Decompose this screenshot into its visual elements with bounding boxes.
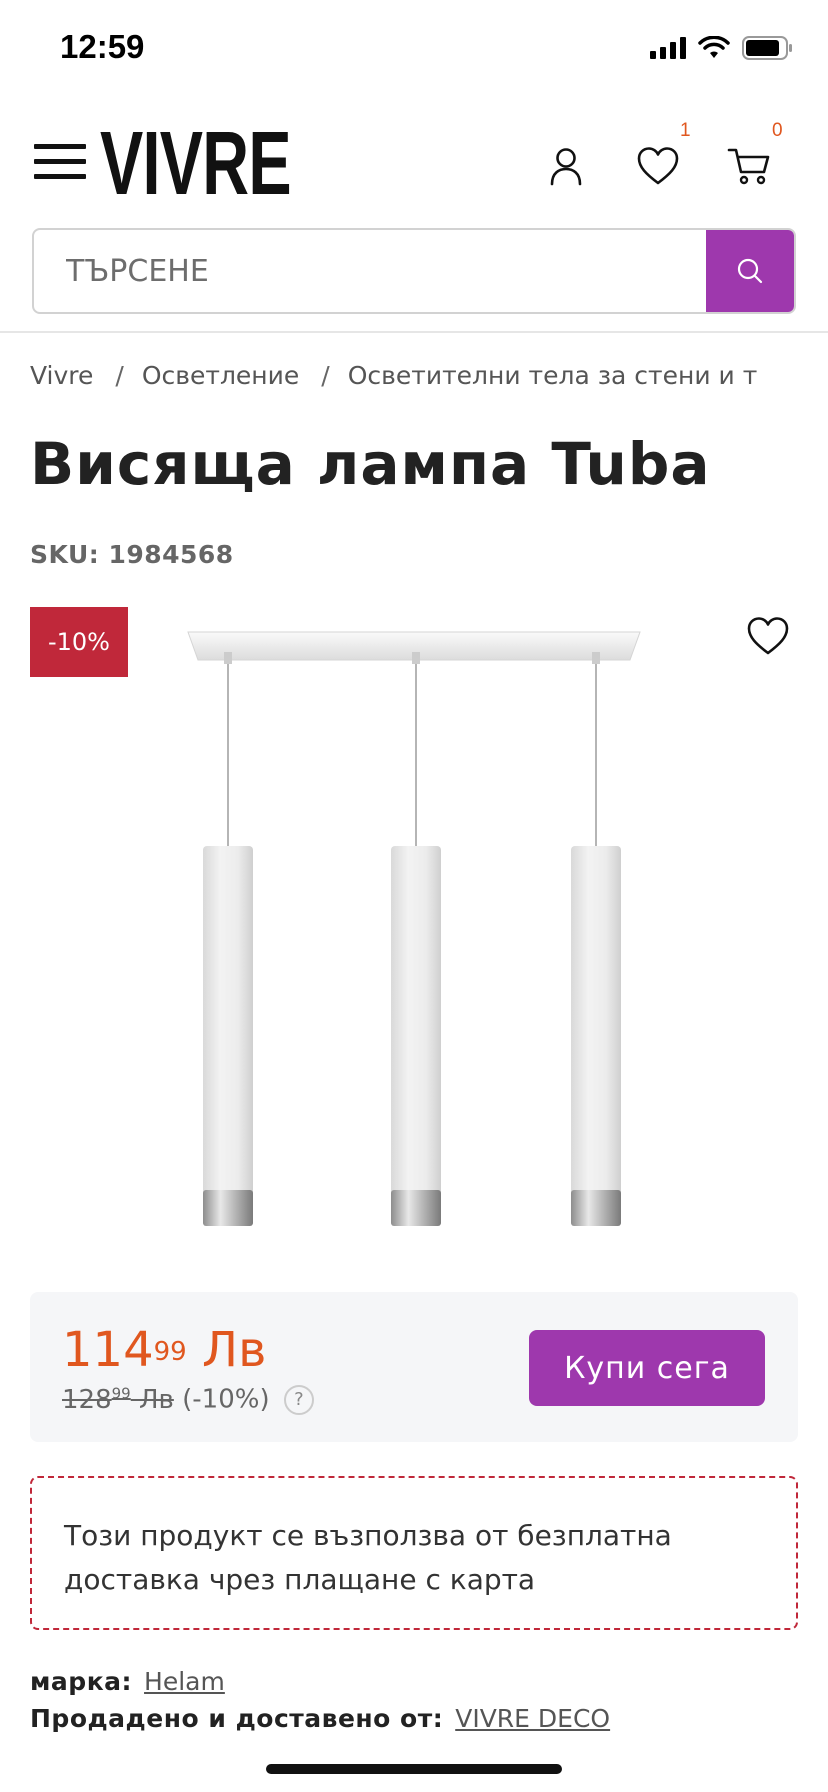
add-to-wishlist-heart-icon[interactable]	[744, 612, 792, 660]
search-icon	[737, 258, 763, 284]
old-price-dec: 99	[111, 1384, 131, 1402]
breadcrumb-separator: /	[321, 361, 330, 390]
wifi-icon	[698, 36, 730, 58]
cart-icon[interactable]	[726, 142, 774, 190]
account-icon[interactable]	[542, 142, 590, 190]
home-indicator	[266, 1764, 562, 1774]
site-logo[interactable]: VIVRE	[100, 118, 292, 210]
free-delivery-note: Този продукт се възползва от безплатна д…	[30, 1476, 798, 1630]
old-price-line: 12899 Лв (-10%) ?	[62, 1384, 314, 1416]
breadcrumb-item-wall-lights[interactable]: Осветителни тела за стени и т	[348, 361, 758, 390]
current-price-currency: Лв	[201, 1322, 267, 1378]
breadcrumb: Vivre / Осветление / Осветителни тела за сте…	[30, 361, 828, 401]
cellular-signal-icon	[650, 37, 686, 59]
brand-line: марка: Helam	[30, 1667, 225, 1696]
current-price: 11499 Лв	[62, 1322, 266, 1378]
breadcrumb-separator: /	[115, 361, 124, 390]
seller-label: Продадено и доставено от:	[30, 1704, 444, 1733]
header-divider	[0, 331, 828, 333]
discount-badge: -10%	[30, 607, 128, 677]
status-bar: 12:59	[0, 0, 828, 100]
search-bar	[32, 228, 796, 314]
seller-link[interactable]: VIVRE DECO	[455, 1704, 610, 1733]
wishlist-count-badge: 1	[680, 120, 691, 141]
old-price: 12899 Лв	[62, 1384, 174, 1415]
buy-now-button[interactable]: Купи сега	[529, 1330, 765, 1406]
current-price-dec: 99	[153, 1337, 187, 1367]
status-icons	[650, 36, 794, 60]
breadcrumb-item-home[interactable]: Vivre	[30, 361, 93, 390]
status-time: 12:59	[60, 28, 145, 65]
discount-percent: (-10%)	[182, 1384, 270, 1415]
brand-label: марка:	[30, 1667, 133, 1696]
product-image[interactable]	[180, 620, 660, 1240]
cart-count-badge: 0	[772, 120, 783, 141]
product-title: Висяща лампа Tuba	[30, 430, 711, 498]
search-input[interactable]	[34, 230, 708, 312]
old-price-currency: Лв	[139, 1384, 174, 1415]
breadcrumb-item-lighting[interactable]: Осветление	[142, 361, 299, 390]
search-button[interactable]	[706, 230, 794, 312]
site-header: VIVRE 1 0	[0, 100, 828, 225]
menu-icon[interactable]	[34, 144, 86, 184]
price-box: 11499 Лв 12899 Лв (-10%) ? Купи сега	[30, 1292, 798, 1442]
old-price-int: 128	[62, 1384, 112, 1415]
help-icon[interactable]: ?	[283, 1385, 314, 1416]
battery-icon	[742, 36, 792, 60]
wishlist-icon[interactable]	[634, 142, 682, 190]
brand-link[interactable]: Helam	[144, 1667, 225, 1696]
product-sku: SKU: 1984568	[30, 540, 234, 569]
seller-line: Продадено и доставено от: VIVRE DECO	[30, 1704, 610, 1733]
current-price-int: 114	[62, 1322, 154, 1378]
